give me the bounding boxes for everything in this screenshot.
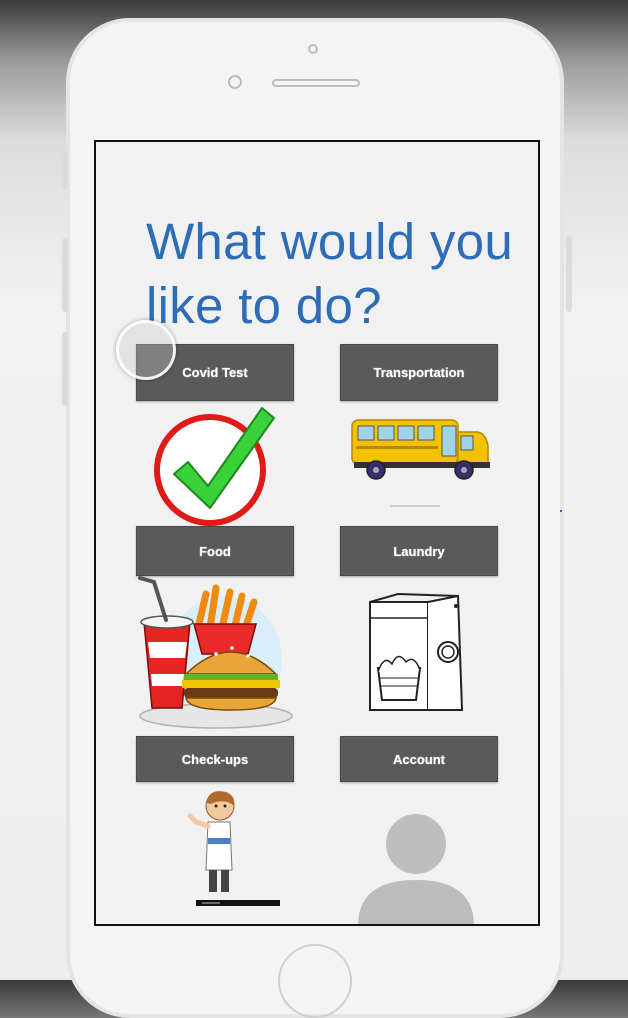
page-title: What would you like to do?: [146, 213, 514, 334]
account-button[interactable]: Account: [340, 736, 498, 782]
fast-food-icon[interactable]: [136, 576, 296, 732]
volume-down-button: [62, 332, 68, 406]
front-camera: [308, 44, 318, 54]
washing-machine-icon[interactable]: [358, 592, 478, 722]
proximity-sensor: [228, 75, 242, 89]
mute-switch: [62, 150, 68, 190]
doctor-icon[interactable]: [150, 788, 316, 918]
covid-test-button[interactable]: Covid Test: [136, 344, 294, 401]
earpiece-speaker: [272, 79, 360, 87]
volume-up-button: [62, 238, 68, 312]
transportation-button[interactable]: Transportation: [340, 344, 498, 401]
stray-pixel: [560, 510, 562, 512]
user-avatar-icon[interactable]: [354, 806, 478, 924]
school-bus-icon[interactable]: [346, 410, 496, 510]
check-ups-button[interactable]: Check-ups: [136, 736, 294, 782]
home-button[interactable]: [278, 944, 352, 1018]
checkmark-icon[interactable]: [152, 400, 282, 530]
app-screen: What would you like to do? Covid Test Tr…: [94, 140, 540, 926]
power-button: [566, 236, 572, 312]
laundry-button[interactable]: Laundry: [340, 526, 498, 576]
food-button[interactable]: Food: [136, 526, 294, 576]
